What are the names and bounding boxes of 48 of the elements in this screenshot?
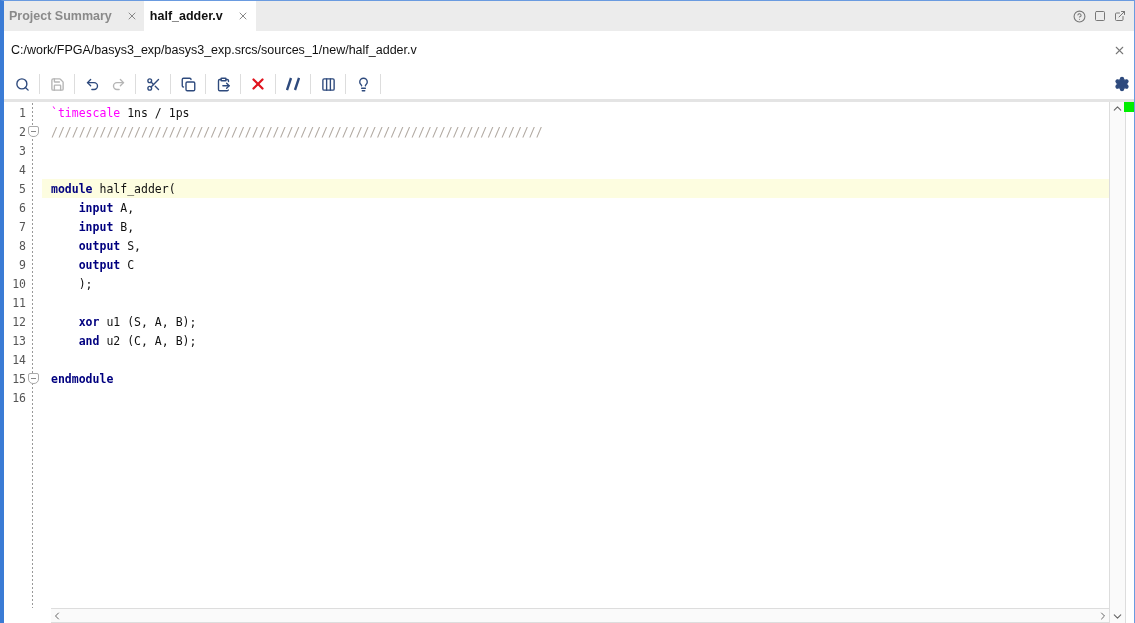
cut-icon	[145, 76, 161, 92]
line-number: 2	[18, 124, 26, 139]
code-line: input A,	[77, 200, 135, 215]
line-number: 15	[11, 371, 26, 386]
settings-icon[interactable]	[1114, 76, 1130, 92]
fold-toggle[interactable]	[28, 373, 39, 384]
help-icon[interactable]	[1073, 9, 1086, 23]
line-number: 16	[11, 390, 26, 405]
line-number: 13	[11, 333, 26, 348]
code-line: and u2 (C, A, B);	[77, 333, 197, 348]
code-line: ///////////////////////////////////////////////////////////////////////	[51, 124, 543, 139]
fold-toggle[interactable]	[28, 126, 39, 137]
line-number: 5	[18, 181, 26, 196]
save-icon	[49, 76, 65, 92]
cross-icon	[249, 75, 267, 93]
code-line: output S,	[77, 238, 142, 253]
code-line: endmodule	[51, 371, 114, 386]
code-line: output C	[77, 257, 135, 272]
line-number: 6	[18, 200, 26, 215]
status-marker	[1124, 102, 1134, 112]
code-line: module half_adder(	[51, 181, 176, 196]
float-window-icon[interactable]	[1114, 10, 1126, 22]
code-line: xor u1 (S, A, B);	[77, 314, 197, 329]
line-number: 9	[18, 257, 26, 272]
line-number: 8	[18, 238, 26, 253]
vertical-scrollbar[interactable]	[1109, 102, 1126, 623]
redo-icon	[110, 76, 126, 92]
maximize-icon[interactable]	[1094, 10, 1106, 22]
line-number: 7	[18, 219, 26, 234]
double-slash-icon	[286, 77, 300, 91]
code-line: );	[77, 276, 93, 291]
line-number: 3	[18, 143, 26, 158]
line-number: 11	[11, 295, 26, 310]
horizontal-scrollbar[interactable]	[51, 608, 1109, 623]
line-number: 10	[11, 276, 26, 291]
code-line: `timescale 1ns / 1ps	[51, 105, 190, 120]
columns-icon	[320, 76, 336, 92]
line-number: 1	[18, 105, 26, 120]
editor-tab[interactable]: half_adder.v	[144, 1, 256, 31]
code-line: input B,	[77, 219, 135, 234]
line-number: 14	[11, 352, 26, 367]
file-path: C:/work/FPGA/basys3_exp/basys3_exp.srcs/sources_1/new/half_adder.v	[11, 43, 417, 57]
search-icon	[14, 76, 30, 92]
copy-icon	[180, 76, 196, 92]
paste-icon	[215, 76, 231, 92]
line-number: 12	[11, 314, 26, 329]
line-number: 4	[18, 162, 26, 177]
undo-icon	[84, 76, 100, 92]
